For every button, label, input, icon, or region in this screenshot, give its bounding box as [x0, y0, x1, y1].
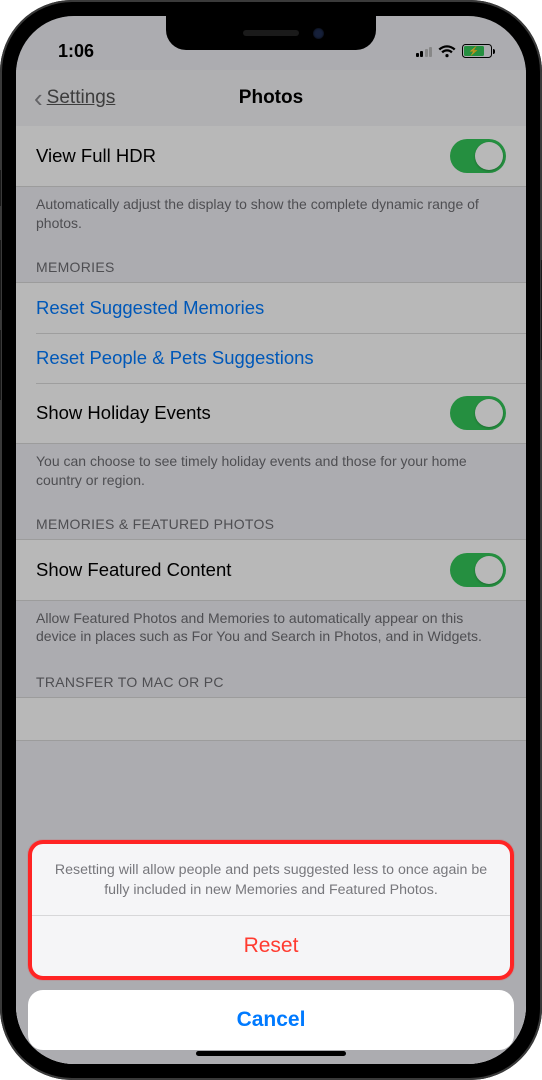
action-sheet-message: Resetting will allow people and pets sug…: [32, 844, 510, 916]
screen: 1:06 ⚡ ‹ Settings Photos: [16, 16, 526, 1064]
device-notch: [166, 16, 376, 50]
phone-frame: 1:06 ⚡ ‹ Settings Photos: [0, 0, 542, 1080]
home-indicator[interactable]: [196, 1051, 346, 1056]
volume-down-button: [0, 330, 1, 400]
action-sheet-group: Resetting will allow people and pets sug…: [28, 840, 514, 980]
action-sheet: Resetting will allow people and pets sug…: [28, 840, 514, 1050]
volume-up-button: [0, 240, 1, 310]
reset-button[interactable]: Reset: [32, 916, 510, 976]
cancel-button[interactable]: Cancel: [28, 990, 514, 1050]
side-button: [0, 170, 1, 206]
